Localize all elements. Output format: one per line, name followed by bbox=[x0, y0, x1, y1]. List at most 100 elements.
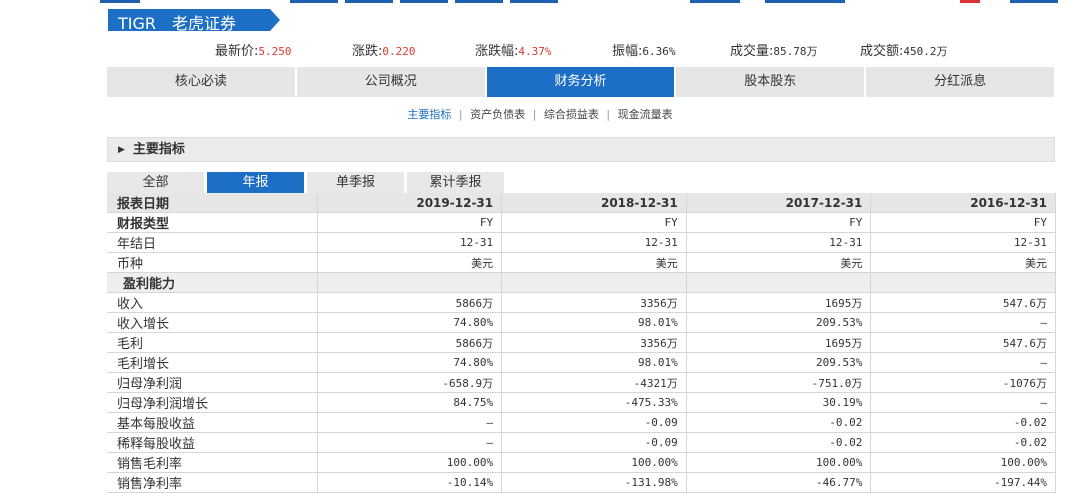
table-cell: 209.53% bbox=[686, 352, 872, 373]
row-label: 收入增长 bbox=[107, 312, 318, 333]
quote-latest-label: 最新价: bbox=[215, 44, 259, 59]
tab-core-reading[interactable]: 核心必读 bbox=[107, 67, 297, 97]
header-col: 2018-12-31 bbox=[501, 193, 687, 213]
table-cell: -131.98% bbox=[501, 472, 687, 493]
table-row: 销售净利率 -10.14% -131.98% -46.77% -197.44% bbox=[107, 472, 1056, 493]
subnav-key-indicators[interactable]: 主要指标 bbox=[403, 108, 455, 121]
table-row: 收入增长 74.80% 98.01% 209.53% — bbox=[107, 312, 1056, 333]
table-cell: FY bbox=[501, 212, 687, 233]
table-cell: 5866万 bbox=[317, 292, 503, 313]
table-row: 币种 美元 美元 美元 美元 bbox=[107, 252, 1056, 273]
header-col: 2016-12-31 bbox=[870, 193, 1056, 213]
table-cell: -4321万 bbox=[501, 372, 687, 393]
row-label: 财报类型 bbox=[107, 212, 318, 233]
table-cell bbox=[686, 272, 872, 293]
table-cell: 美元 bbox=[317, 252, 503, 273]
row-label: 毛利 bbox=[107, 332, 318, 353]
subnav-income-statement[interactable]: 综合损益表 bbox=[540, 108, 603, 121]
period-tabs: 全部 年报 单季报 累计季报 bbox=[107, 172, 507, 193]
main-nav: 核心必读 公司概况 财务分析 股本股东 分红派息 bbox=[107, 67, 1054, 97]
subnav-separator: | bbox=[458, 108, 463, 121]
quote-turnover-value: 450.2万 bbox=[903, 45, 948, 58]
table-cell: -475.33% bbox=[501, 392, 687, 413]
table-cell: 12-31 bbox=[870, 232, 1056, 253]
table-cell: 74.80% bbox=[317, 352, 503, 373]
table-cell: 100.00% bbox=[686, 452, 872, 473]
row-label: 归母净利润 bbox=[107, 372, 318, 393]
table-cell: 100.00% bbox=[317, 452, 503, 473]
quote-amplitude-value: 6.36% bbox=[642, 45, 676, 58]
table-row: 收入 5866万 3356万 1695万 547.6万 bbox=[107, 292, 1056, 313]
table-cell: -10.14% bbox=[317, 472, 503, 493]
table-cell: 74.80% bbox=[317, 312, 503, 333]
table-cell: FY bbox=[870, 212, 1056, 233]
period-tab-all[interactable]: 全部 bbox=[107, 172, 204, 193]
row-label: 盈利能力 bbox=[107, 272, 318, 293]
table-header-row: 报表日期 2019-12-31 2018-12-31 2017-12-31 20… bbox=[107, 193, 1056, 213]
table-cell: 100.00% bbox=[870, 452, 1056, 473]
row-label: 年结日 bbox=[107, 232, 318, 253]
quote-turnover-label: 成交额: bbox=[860, 44, 904, 59]
period-tab-annual[interactable]: 年报 bbox=[207, 172, 304, 193]
row-label: 基本每股收益 bbox=[107, 412, 318, 433]
subnav-cash-flow[interactable]: 现金流量表 bbox=[614, 108, 677, 121]
quote-change: 涨跌:0.220 bbox=[352, 40, 416, 59]
table-cell: 12-31 bbox=[686, 232, 872, 253]
row-label: 销售净利率 bbox=[107, 472, 318, 493]
header-date-label: 报表日期 bbox=[107, 193, 318, 213]
financial-table: 报表日期 2019-12-31 2018-12-31 2017-12-31 20… bbox=[107, 193, 1056, 493]
table-cell: 100.00% bbox=[501, 452, 687, 473]
table-cell: -0.02 bbox=[870, 412, 1056, 433]
table-cell: — bbox=[317, 412, 503, 433]
table-cell: 98.01% bbox=[501, 312, 687, 333]
table-cell: 3356万 bbox=[501, 292, 687, 313]
subnav-separator: | bbox=[606, 108, 611, 121]
table-row: 毛利 5866万 3356万 1695万 547.6万 bbox=[107, 332, 1056, 353]
tab-company-overview[interactable]: 公司概况 bbox=[296, 67, 487, 97]
quote-latest-value: 5.250 bbox=[258, 45, 292, 58]
table-cell bbox=[501, 272, 687, 293]
section-header[interactable]: ▶ 主要指标 bbox=[107, 137, 1055, 162]
tab-dividends[interactable]: 分红派息 bbox=[866, 67, 1054, 97]
table-cell: 12-31 bbox=[317, 232, 503, 253]
row-label: 销售毛利率 bbox=[107, 452, 318, 473]
table-cell: -46.77% bbox=[686, 472, 872, 493]
table-cell: — bbox=[317, 432, 503, 453]
table-cell: -0.09 bbox=[501, 432, 687, 453]
table-cell: 美元 bbox=[501, 252, 687, 273]
table-row: 归母净利润 -658.9万 -4321万 -751.0万 -1076万 bbox=[107, 372, 1056, 393]
sub-nav: 主要指标 | 资产负债表 | 综合损益表 | 现金流量表 bbox=[0, 106, 1080, 122]
tab-financial-analysis[interactable]: 财务分析 bbox=[486, 67, 677, 97]
quote-volume-label: 成交量: bbox=[730, 44, 774, 59]
quote-latest: 最新价:5.250 bbox=[215, 40, 292, 59]
stock-title-tag: TIGR 老虎证券 bbox=[108, 9, 280, 33]
tab-shareholders[interactable]: 股本股东 bbox=[676, 67, 867, 97]
table-cell: 84.75% bbox=[317, 392, 503, 413]
table-cell: 30.19% bbox=[686, 392, 872, 413]
table-cell: — bbox=[870, 312, 1056, 333]
table-cell: -751.0万 bbox=[686, 372, 872, 393]
table-cell: 547.6万 bbox=[870, 332, 1056, 353]
row-label: 收入 bbox=[107, 292, 318, 313]
table-cell: — bbox=[870, 392, 1056, 413]
quote-volume-value: 85.78万 bbox=[773, 45, 818, 58]
quote-change-value: 0.220 bbox=[382, 45, 416, 58]
period-tab-cumulative[interactable]: 累计季报 bbox=[407, 172, 504, 193]
table-cell: 3356万 bbox=[501, 332, 687, 353]
subnav-balance-sheet[interactable]: 资产负债表 bbox=[466, 108, 529, 121]
row-label: 稀释每股收益 bbox=[107, 432, 318, 453]
table-cell: 547.6万 bbox=[870, 292, 1056, 313]
table-cell: 12-31 bbox=[501, 232, 687, 253]
triangle-right-icon: ▶ bbox=[118, 145, 125, 155]
period-tab-quarterly[interactable]: 单季报 bbox=[307, 172, 404, 193]
table-cell: 美元 bbox=[686, 252, 872, 273]
table-cell: FY bbox=[317, 212, 503, 233]
row-label: 币种 bbox=[107, 252, 318, 273]
table-cell: 美元 bbox=[870, 252, 1056, 273]
table-cell: 1695万 bbox=[686, 332, 872, 353]
table-row: 基本每股收益 — -0.09 -0.02 -0.02 bbox=[107, 412, 1056, 433]
row-label: 归母净利润增长 bbox=[107, 392, 318, 413]
table-body: 财报类型 FY FY FY FY 年结日 12-31 12-31 12-31 12-31 币种 美元美… bbox=[107, 212, 1056, 493]
quote-pct-label: 涨跌幅: bbox=[475, 44, 519, 59]
quote-change-pct: 涨跌幅:4.37% bbox=[475, 40, 552, 59]
